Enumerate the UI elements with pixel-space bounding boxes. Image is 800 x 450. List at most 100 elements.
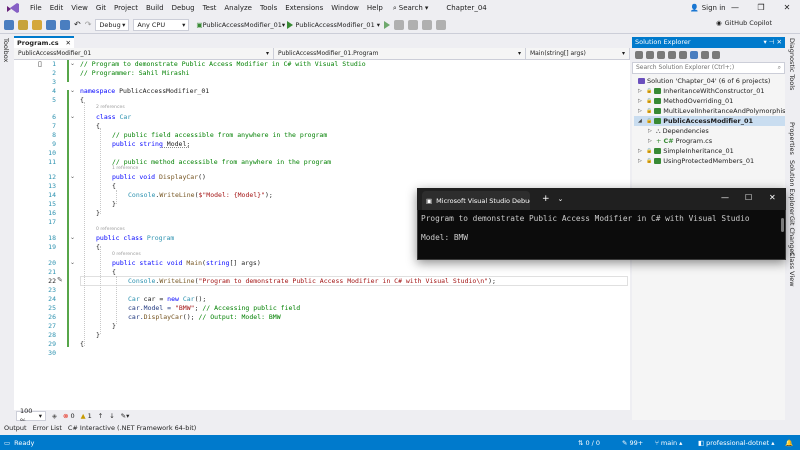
codelens-references[interactable]: 2 references	[96, 105, 125, 110]
fold-chevron-icon[interactable]: ⌄	[70, 113, 75, 120]
close-button[interactable]: ✕	[774, 0, 800, 16]
fold-chevron-icon[interactable]: ⌄	[70, 234, 75, 241]
tab-class-view[interactable]: Class View	[788, 252, 796, 287]
maximize-button[interactable]: ☐	[745, 193, 752, 202]
hot-reload-icon[interactable]	[393, 19, 404, 30]
comment-icon[interactable]	[421, 19, 432, 30]
tab-properties[interactable]: Properties	[788, 122, 796, 155]
sync-icon[interactable]	[646, 51, 654, 59]
new-project-icon[interactable]	[18, 19, 28, 30]
nav-member-select[interactable]: Main(string[] args) ▾	[526, 48, 630, 59]
bookmark-icon[interactable]	[435, 19, 446, 30]
intellicode-icon[interactable]: ◈	[52, 412, 57, 420]
restore-button[interactable]: ❐	[748, 0, 774, 16]
pending-changes-icon[interactable]	[657, 51, 665, 59]
tree-item-file[interactable]: ▷ + C# Program.cs	[648, 136, 712, 146]
menu-window[interactable]: Window	[327, 0, 363, 16]
tree-item-project[interactable]: ▷ 🔒 MultiLevelInheritanceAndPolymorphism_…	[638, 106, 800, 116]
chevron-down-icon[interactable]: ⌄	[558, 195, 564, 203]
minimize-button[interactable]: —	[722, 0, 748, 16]
open-folder-icon[interactable]	[32, 19, 42, 30]
show-all-files-icon[interactable]	[690, 51, 698, 59]
menu-project[interactable]: Project	[110, 0, 142, 16]
tree-item-project[interactable]: ▷ 🔒 UsingProtectedMembers_01	[638, 156, 754, 166]
menu-build[interactable]: Build	[142, 0, 168, 16]
tree-item-project-selected[interactable]: ◢ 🔒 PublicAccessModifier_01	[634, 116, 785, 126]
tree-item-project[interactable]: ▷ 🔒 SimpleInheritance_01	[638, 146, 734, 156]
branch-indicator[interactable]: ⑂ main ▴	[655, 439, 682, 447]
expand-icon[interactable]: ▷	[638, 156, 644, 166]
properties-icon[interactable]	[701, 51, 709, 59]
menu-git[interactable]: Git	[92, 0, 110, 16]
fold-chevron-icon[interactable]: ⌄	[70, 60, 75, 67]
sign-in-button[interactable]: 👤 Sign in	[690, 0, 726, 16]
back-forward-icon[interactable]	[4, 19, 14, 30]
fold-chevron-icon[interactable]: ⌄	[70, 87, 75, 94]
tree-item-dependencies[interactable]: ▷ ⛬ Dependencies	[648, 126, 709, 136]
menu-view[interactable]: View	[67, 0, 92, 16]
codelens-references[interactable]: 1 reference	[112, 166, 138, 171]
expand-icon[interactable]: ▷	[648, 136, 654, 146]
tree-item-project[interactable]: ▷ 🔒 InheritanceWithConstructor_01	[638, 86, 765, 96]
menu-analyze[interactable]: Analyze	[220, 0, 256, 16]
toolbox-tab[interactable]: Toolbox	[2, 38, 10, 62]
solution-explorer-search[interactable]: Search Solution Explorer (Ctrl+;) ⌕	[632, 62, 785, 74]
preview-icon[interactable]	[712, 51, 720, 59]
menu-test[interactable]: Test	[199, 0, 221, 16]
repo-indicator[interactable]: ◧ professional-dotnet ▴	[698, 439, 774, 447]
new-tab-icon[interactable]: +	[542, 194, 550, 204]
codelens-references[interactable]: 0 references	[96, 227, 125, 232]
codelens-references[interactable]: 0 references	[112, 252, 141, 257]
tab-program-cs[interactable]: Program.cs ✕	[14, 36, 74, 48]
panel-controls[interactable]: ▾ ⊣ ✕	[763, 38, 782, 47]
fold-chevron-icon[interactable]: ⌄	[70, 173, 75, 180]
close-button[interactable]: ✕	[769, 193, 776, 202]
undo-icon[interactable]: ↶	[74, 20, 81, 29]
next-issue-icon[interactable]: ↓	[109, 412, 114, 420]
tab-git-changes[interactable]: Git Changes	[788, 216, 796, 256]
menu-tools[interactable]: Tools	[256, 0, 281, 16]
fold-chevron-icon[interactable]: ⌄	[70, 259, 75, 266]
previous-issue-icon[interactable]: ↑	[98, 412, 103, 420]
tab-csharp-interactive[interactable]: C# Interactive (.NET Framework 64-bit)	[68, 424, 196, 432]
pencil-icon[interactable]: ✎	[57, 276, 63, 284]
collapse-icon[interactable]: ◢	[638, 116, 644, 126]
error-indicator[interactable]: ⊗ 0	[63, 412, 75, 420]
expand-icon[interactable]: ▷	[638, 106, 644, 116]
platform-select[interactable]: Any CPU ▾	[133, 18, 190, 31]
refresh-icon[interactable]	[668, 51, 676, 59]
collapse-all-icon[interactable]	[679, 51, 687, 59]
minimize-button[interactable]: —	[721, 193, 729, 202]
changes-indicator[interactable]: ⇅ 0 / 0	[578, 439, 600, 447]
home-icon[interactable]	[635, 51, 643, 59]
menu-extensions[interactable]: Extensions	[281, 0, 327, 16]
tree-item-project[interactable]: ▷ 🔒 MethodOverriding_01	[638, 96, 733, 106]
menu-help[interactable]: Help	[363, 0, 387, 16]
nav-project-select[interactable]: PublicAccessModifier_01 ▾	[14, 48, 274, 59]
expand-icon[interactable]: ▷	[648, 126, 654, 136]
toolbox-strip[interactable]: Toolbox	[0, 34, 13, 420]
warning-indicator[interactable]: ▲ 1	[81, 412, 92, 420]
zoom-select[interactable]: 100 %▾	[16, 407, 46, 425]
menu-file[interactable]: File	[26, 0, 46, 16]
console-tab[interactable]: ▣ Microsoft Visual Studio Debug ✕	[422, 191, 530, 210]
menu-debug[interactable]: Debug	[168, 0, 199, 16]
save-icon[interactable]	[46, 19, 56, 30]
tab-output[interactable]: Output	[4, 424, 27, 432]
format-icon[interactable]	[407, 19, 418, 30]
tab-error-list[interactable]: Error List	[33, 424, 62, 432]
expand-icon[interactable]: ▷	[638, 146, 644, 156]
startup-project-select[interactable]: ▣ PublicAccessModifier_01 ▾	[193, 19, 285, 31]
start-debugging-button[interactable]: PublicAccessModifier_01 ▾	[287, 20, 380, 29]
configuration-select[interactable]: Debug ▾	[95, 18, 130, 31]
tree-item-solution[interactable]: Solution 'Chapter_04' (6 of 6 projects)	[638, 76, 770, 86]
tab-diagnostic-tools[interactable]: Diagnostic Tools	[788, 38, 796, 90]
commits-indicator[interactable]: ✎ 99+	[622, 439, 643, 447]
expand-icon[interactable]: ▷	[638, 96, 644, 106]
close-icon[interactable]: ✕	[66, 39, 71, 47]
brush-icon[interactable]: ✎▾	[121, 412, 130, 420]
expand-icon[interactable]: ▷	[638, 86, 644, 96]
console-scrollbar[interactable]	[781, 218, 784, 232]
search-button[interactable]: ⌕ Search ▾	[393, 4, 429, 13]
redo-icon[interactable]: ↷	[85, 20, 92, 29]
